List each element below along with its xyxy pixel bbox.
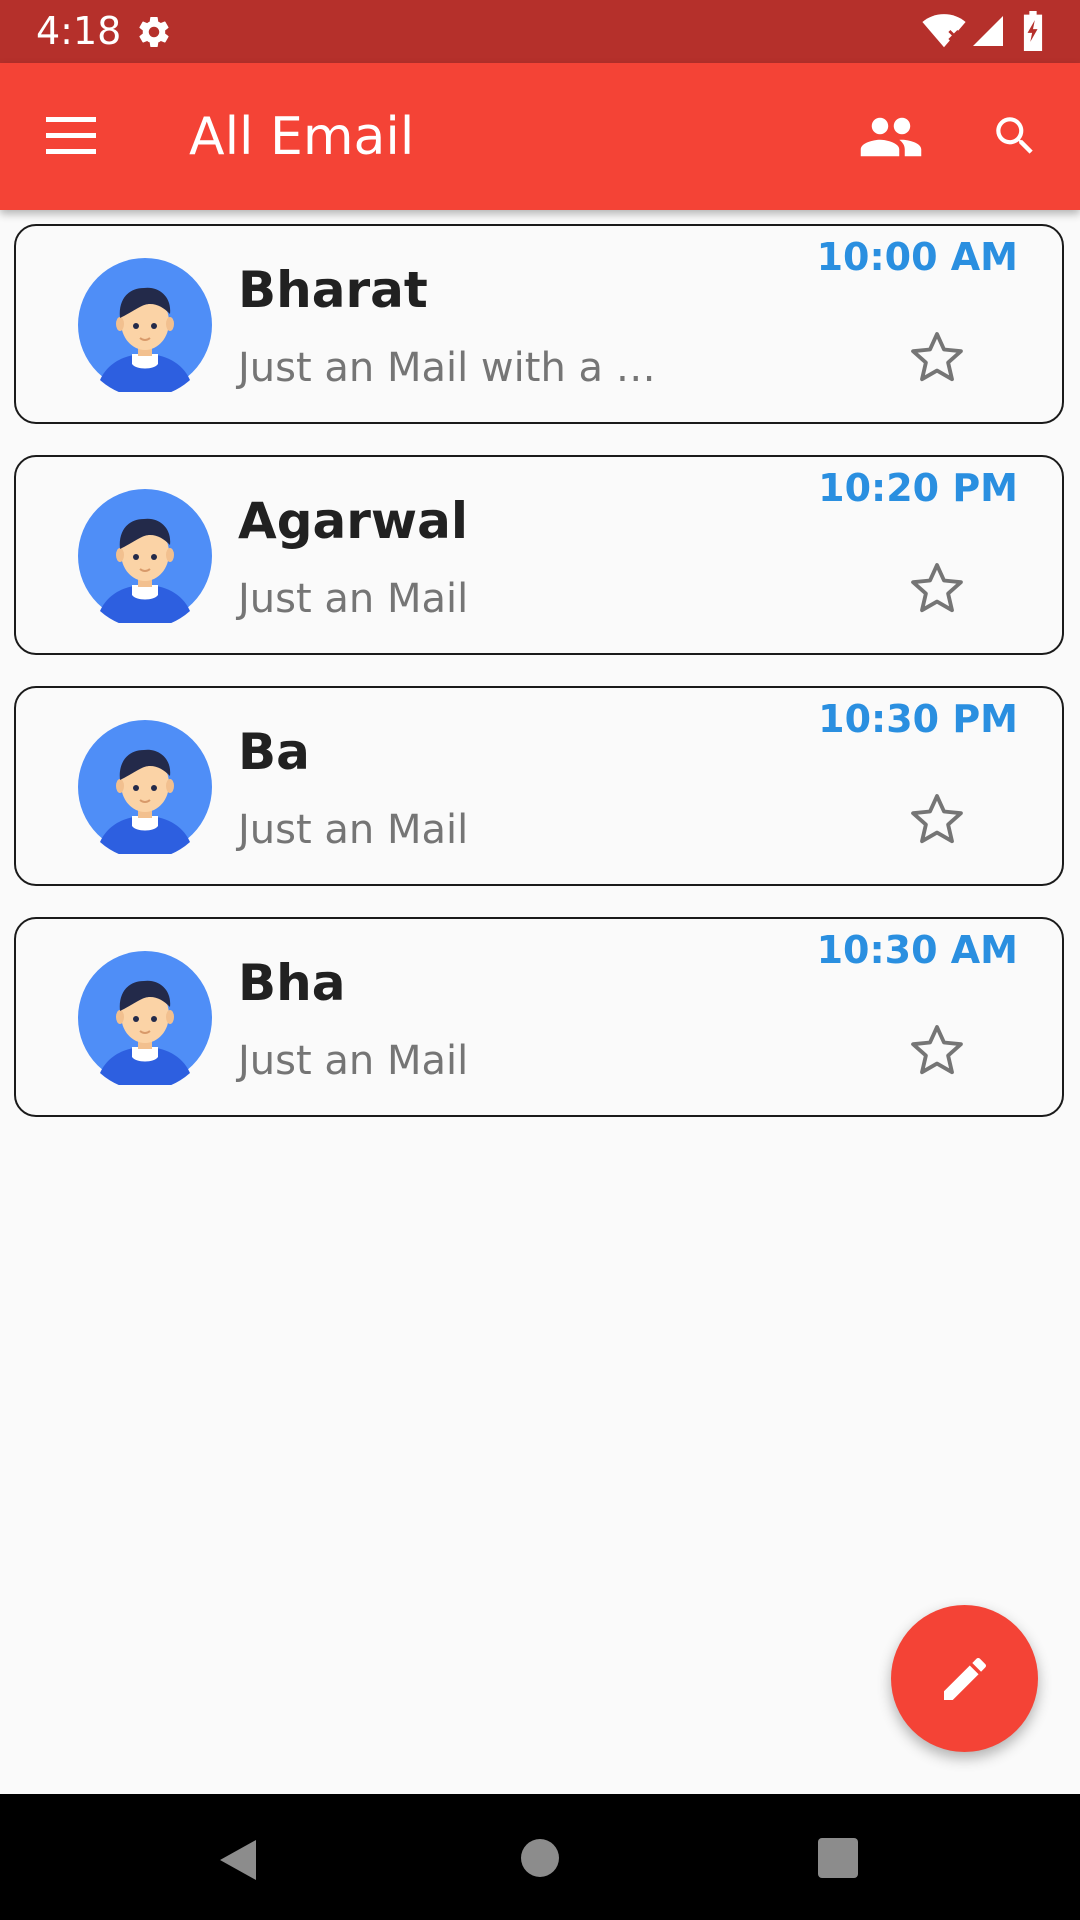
email-preview: Just an Mail — [238, 1038, 469, 1084]
star-icon[interactable] — [908, 1021, 966, 1079]
email-time: 10:30 AM — [816, 928, 1018, 972]
avatar — [78, 720, 212, 854]
email-preview: Just an Mail — [238, 576, 469, 622]
pencil-edit-icon — [944, 1657, 987, 1700]
recents-icon[interactable] — [818, 1838, 858, 1878]
page-title: All Email — [189, 107, 415, 167]
settings-gear-icon — [139, 17, 169, 48]
star-icon[interactable] — [908, 328, 966, 386]
email-card[interactable]: Bharat Just an Mail with a … 10:00 AM — [14, 224, 1064, 424]
sender-name: Bha — [238, 954, 346, 1012]
email-time: 10:30 PM — [818, 697, 1018, 741]
status-time: 4:18 — [36, 9, 122, 53]
star-icon[interactable] — [908, 790, 966, 848]
avatar — [78, 258, 212, 392]
email-card[interactable]: Agarwal Just an Mail 10:20 PM — [14, 455, 1064, 655]
compose-button[interactable] — [891, 1605, 1038, 1752]
home-icon[interactable] — [520, 1838, 560, 1878]
email-preview: Just an Mail with a … — [238, 345, 656, 391]
search-icon[interactable] — [990, 111, 1040, 161]
back-icon[interactable] — [216, 1836, 260, 1884]
battery-icon — [1023, 11, 1043, 51]
sender-name: Bharat — [238, 261, 428, 319]
email-card[interactable]: Ba Just an Mail 10:30 PM — [14, 686, 1064, 886]
signal-icon — [973, 16, 1003, 46]
people-icon[interactable] — [858, 115, 924, 159]
avatar — [78, 489, 212, 623]
email-preview: Just an Mail — [238, 807, 469, 853]
status-bar: 4:18 — [0, 0, 1080, 63]
email-card[interactable]: Bha Just an Mail 10:30 AM — [14, 917, 1064, 1117]
star-icon[interactable] — [908, 559, 966, 617]
sender-name: Agarwal — [238, 492, 468, 550]
avatar — [78, 951, 212, 1085]
wifi-icon — [922, 14, 966, 48]
email-time: 10:20 PM — [818, 466, 1018, 510]
sender-name: Ba — [238, 723, 310, 781]
menu-icon[interactable] — [46, 115, 100, 157]
email-time: 10:00 AM — [816, 235, 1018, 279]
app-bar: All Email — [0, 63, 1080, 210]
